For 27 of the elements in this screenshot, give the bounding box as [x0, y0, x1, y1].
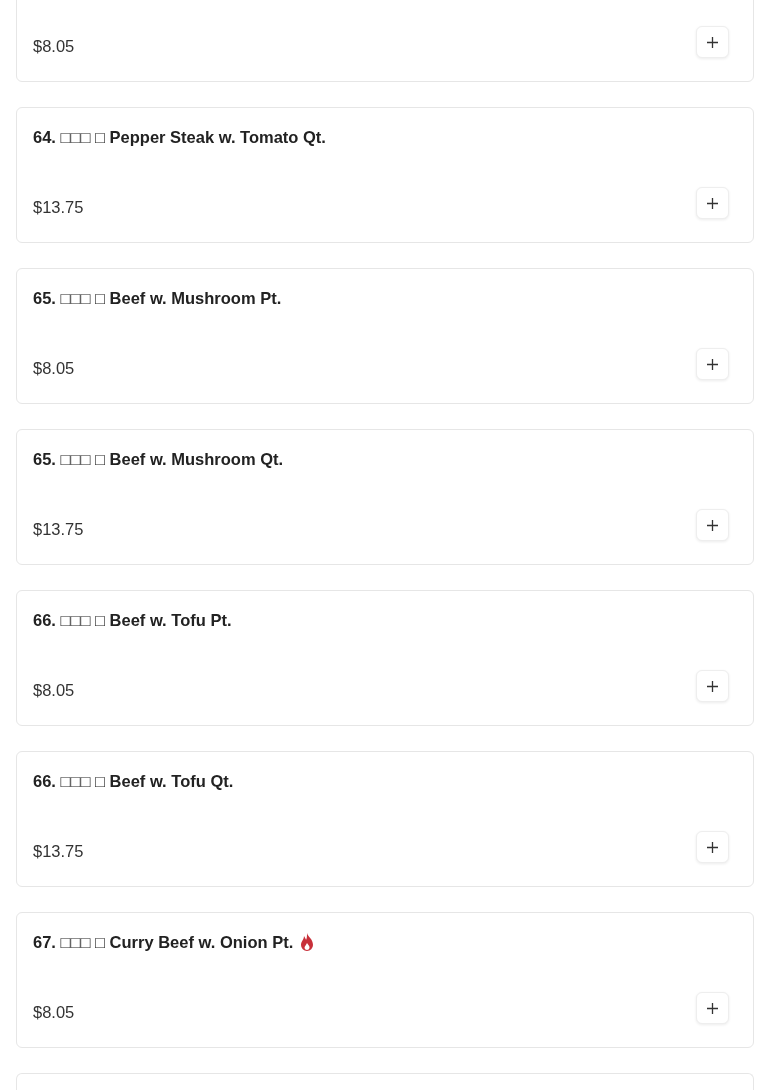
item-title: 66. □□□ □ Beef w. Tofu Pt.	[33, 611, 232, 630]
item-price: $8.05	[33, 1003, 75, 1022]
item-price: $13.75	[33, 842, 84, 861]
item-price: $8.05	[33, 681, 75, 700]
item-price: $8.05	[33, 359, 75, 378]
item-title: 66. □□□ □ Beef w. Tofu Qt.	[33, 772, 234, 791]
add-button[interactable]	[696, 831, 729, 863]
plus-icon	[707, 1002, 718, 1014]
plus-icon	[707, 36, 718, 48]
item-title: 64. □□□ □ Pepper Steak w. Tomato Qt.	[33, 128, 326, 147]
add-button[interactable]	[696, 992, 729, 1024]
item-title: 65. □□□ □ Beef w. Mushroom Pt.	[33, 289, 282, 308]
add-button[interactable]	[696, 670, 729, 702]
plus-icon	[707, 519, 718, 531]
add-button[interactable]	[696, 187, 729, 219]
item-price: $13.75	[33, 520, 84, 539]
item-price: $8.05	[33, 37, 75, 56]
add-button[interactable]	[696, 26, 729, 58]
item-title: 65. □□□ □ Beef w. Mushroom Qt.	[33, 450, 284, 469]
add-button[interactable]	[696, 348, 729, 380]
plus-icon	[707, 841, 718, 853]
item-price: $13.75	[33, 198, 84, 217]
plus-icon	[707, 358, 718, 370]
item-title: 67. □□□ □ Curry Beef w. Onion Pt.	[33, 933, 294, 952]
add-button[interactable]	[696, 509, 729, 541]
plus-icon	[707, 197, 718, 209]
plus-icon	[707, 680, 718, 692]
